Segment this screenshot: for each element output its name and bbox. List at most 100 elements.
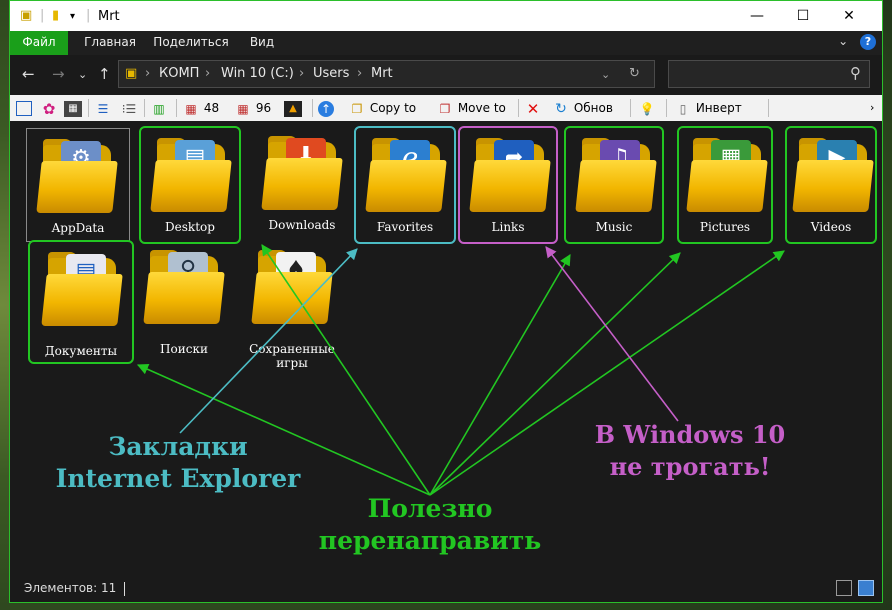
icon-size-96-label: 96	[255, 101, 272, 115]
toolbar-separator	[88, 99, 89, 117]
arrow-to-music	[429, 254, 571, 496]
address-dropdown-icon[interactable]: ⌄	[601, 68, 610, 81]
app-folder-icon[interactable]: ▣	[20, 8, 32, 23]
annotation-text: не трогать!	[609, 452, 771, 481]
large-icons-view-toggle-icon[interactable]	[858, 580, 874, 596]
tab-share[interactable]: Поделиться	[150, 31, 232, 55]
quick-access-folder-icon[interactable]: ▮	[52, 8, 59, 23]
document-icon: ▯	[679, 101, 687, 116]
toolbar-separator	[518, 99, 519, 117]
calculator-icon: ▦	[64, 100, 82, 117]
breadcrumb-users[interactable]: Users	[313, 66, 349, 81]
refresh-button[interactable]: ↻ Обнов	[552, 98, 613, 118]
copy-to-label: Copy to	[369, 101, 417, 115]
preview-pane-button[interactable]	[16, 98, 32, 118]
details-view-button[interactable]: ☰	[94, 98, 112, 118]
invert-label: Инверт	[695, 101, 742, 115]
annotation-dont-touch: В Windows 10 не трогать!	[570, 419, 810, 483]
address-bar[interactable]: ▣ › КОМП › Win 10 (C:) › Users › Mrt ⌄ ↻	[118, 60, 655, 88]
toolbar-separator	[144, 99, 145, 117]
move-folder-icon: ❐	[439, 101, 451, 116]
status-bar: Элементов: 11	[10, 576, 882, 602]
close-button[interactable]: ✕	[826, 1, 872, 31]
location-folder-icon: ▣	[125, 66, 138, 81]
delete-x-icon: ✕	[526, 99, 540, 118]
tree-list-icon: ⁝☰	[121, 101, 137, 116]
copy-folder-icon: ❐	[351, 101, 363, 116]
refresh-icon[interactable]: ↻	[629, 66, 640, 81]
colors-button[interactable]: ✿	[40, 98, 58, 118]
breadcrumb-drive-c[interactable]: Win 10 (C:)	[221, 66, 294, 81]
breadcrumb-separator: ›	[299, 66, 305, 81]
move-to-button[interactable]: ❐ Move to	[436, 98, 506, 118]
tree-view-button[interactable]: ⁝☰	[120, 98, 138, 118]
tab-home[interactable]: Главная	[78, 31, 142, 55]
palette-icon: ✿	[42, 99, 56, 118]
title-bar: ▣ | ▮ ▾ | Mrt — ☐ ✕	[10, 1, 882, 31]
tab-file[interactable]: Файл	[10, 31, 68, 55]
move-to-label: Move to	[457, 101, 506, 115]
breadcrumb-separator: ›	[205, 66, 211, 81]
tips-button[interactable]: 💡	[638, 98, 656, 118]
columns-button[interactable]: ▥	[150, 98, 168, 118]
annotation-text: Internet Explorer	[55, 464, 301, 493]
invert-selection-button[interactable]: ▯ Инверт	[674, 98, 742, 118]
toolbar-separator	[312, 99, 313, 117]
lightbulb-icon: 💡	[639, 101, 655, 116]
breadcrumb-separator: ›	[357, 66, 363, 81]
items-count: Элементов: 11	[24, 581, 117, 595]
file-view: ⚙ AppData ▤ Desktop ⬇ Downloads e Favori…	[10, 121, 882, 576]
up-arrow-icon[interactable]: ↑	[98, 65, 111, 83]
grid-icon: ▦	[185, 101, 197, 116]
breadcrumb-komp[interactable]: КОМП	[159, 66, 199, 81]
forward-arrow-icon[interactable]: →	[52, 65, 65, 83]
ribbon-right-controls: ⌄ ?	[838, 34, 876, 50]
help-button[interactable]: ?	[860, 34, 876, 50]
pane-icon	[16, 101, 32, 116]
breadcrumb-separator: ›	[145, 66, 151, 81]
thumbnail-button[interactable]: ▲	[284, 98, 302, 118]
columns-icon: ▥	[153, 101, 165, 116]
search-box[interactable]: ⚲	[668, 60, 870, 88]
toolbar-overflow-icon[interactable]: ›	[870, 98, 874, 118]
back-arrow-icon[interactable]: ←	[22, 65, 35, 83]
icon-size-96-button[interactable]: ▦ 96	[234, 98, 271, 118]
explorer-window: ▣ | ▮ ▾ | Mrt — ☐ ✕ Файл Главная Поделит…	[9, 0, 883, 603]
search-icon[interactable]: ⚲	[850, 64, 861, 82]
details-view-toggle-icon[interactable]	[836, 580, 852, 596]
grid-icon: ▦	[237, 101, 249, 116]
arrow-to-favorites	[179, 248, 358, 434]
minimize-button[interactable]: —	[734, 1, 780, 31]
annotation-text: Закладки	[108, 432, 248, 461]
maximize-button[interactable]: ☐	[780, 1, 826, 31]
refresh-cycle-icon: ↻	[555, 100, 567, 117]
image-icon: ▲	[284, 100, 302, 117]
details-list-icon: ☰	[97, 101, 109, 116]
separator-bar: |	[40, 8, 45, 23]
delete-button[interactable]: ✕	[524, 98, 542, 118]
icon-size-48-label: 48	[203, 101, 220, 115]
go-up-button[interactable]: ↑	[318, 98, 334, 118]
annotation-text: Полезно	[367, 494, 493, 523]
annotation-text: В Windows 10	[594, 420, 786, 449]
annotation-text: перенаправить	[318, 526, 542, 555]
copy-to-button[interactable]: ❐ Copy to	[348, 98, 417, 118]
breadcrumb-mrt[interactable]: Mrt	[371, 66, 393, 81]
annotation-redirect: Полезно перенаправить	[280, 493, 580, 557]
quick-access-dropdown-icon[interactable]: ▾	[70, 11, 75, 22]
toolbar-separator	[176, 99, 177, 117]
toolbar-separator	[768, 99, 769, 117]
address-row: ← → ⌄ ↑ ▣ › КОМП › Win 10 (C:) › Users ›…	[10, 55, 882, 95]
toolbar-separator	[666, 99, 667, 117]
tab-view[interactable]: Вид	[244, 31, 280, 55]
annotation-ie-bookmarks: Закладки Internet Explorer	[38, 431, 318, 495]
toolbar-separator	[630, 99, 631, 117]
recent-locations-dropdown-icon[interactable]: ⌄	[78, 68, 87, 81]
ribbon-expand-icon[interactable]: ⌄	[838, 34, 848, 48]
status-separator	[124, 582, 125, 596]
calculator-button[interactable]: ▦	[64, 98, 82, 118]
icon-size-48-button[interactable]: ▦ 48	[182, 98, 219, 118]
window-title: Mrt	[98, 9, 120, 24]
ribbon-tabs: Файл Главная Поделиться Вид ⌄ ?	[10, 31, 882, 55]
up-circle-icon: ↑	[318, 100, 334, 117]
